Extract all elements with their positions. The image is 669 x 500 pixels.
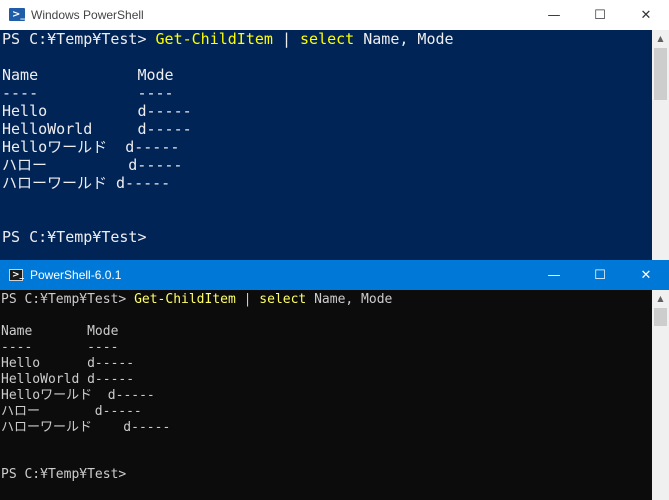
windows-powershell-window: >_ Windows PowerShell — ☐ ✕ PS C:¥Temp¥T… bbox=[0, 0, 669, 260]
command-line: PS C:¥Temp¥Test> Get-ChildItem | select … bbox=[2, 30, 454, 48]
powershell-icon: >_ bbox=[9, 8, 25, 21]
table-row: Helloワールド d----- bbox=[2, 138, 180, 156]
prompt-text: PS C:¥Temp¥Test> bbox=[1, 292, 135, 307]
current-prompt: PS C:¥Temp¥Test> bbox=[2, 228, 147, 246]
close-button[interactable]: ✕ bbox=[623, 260, 669, 290]
table-row: Hello d----- bbox=[1, 356, 135, 371]
vertical-scrollbar[interactable]: ▲ bbox=[652, 30, 669, 260]
window-title: PowerShell-6.0.1 bbox=[30, 268, 122, 282]
table-row: ハロー d----- bbox=[2, 156, 183, 174]
powershell-core-window: >_ PowerShell-6.0.1 — ☐ ✕ PS C:¥Temp¥Tes… bbox=[0, 260, 669, 500]
console-output[interactable]: PS C:¥Temp¥Test> Get-ChildItem | select … bbox=[0, 290, 652, 500]
command-text: Get-ChildItem bbox=[134, 292, 236, 307]
table-row: ハロー d----- bbox=[1, 404, 142, 419]
table-row: ハローワールド d----- bbox=[1, 420, 171, 435]
window-title: Windows PowerShell bbox=[31, 8, 144, 22]
table-header: Name Mode bbox=[2, 66, 174, 84]
args-text: Name, Mode bbox=[354, 30, 454, 48]
console-output[interactable]: PS C:¥Temp¥Test> Get-ChildItem | select … bbox=[0, 30, 652, 260]
table-underline: ---- ---- bbox=[2, 84, 174, 102]
select-text: select bbox=[259, 292, 307, 307]
vertical-scrollbar[interactable]: ▲ bbox=[652, 290, 669, 500]
table-underline: ---- ---- bbox=[1, 340, 119, 355]
args-text: Name, Mode bbox=[306, 292, 393, 307]
scroll-up-arrow-icon[interactable]: ▲ bbox=[652, 30, 669, 47]
prompt-text: PS C:¥Temp¥Test> bbox=[2, 30, 156, 48]
table-header: Name Mode bbox=[1, 324, 119, 339]
maximize-button[interactable]: ☐ bbox=[577, 260, 623, 290]
powershell-core-icon: >_ bbox=[9, 269, 24, 281]
table-row: HelloWorld d----- bbox=[2, 120, 192, 138]
command-line: PS C:¥Temp¥Test> Get-ChildItem | select … bbox=[1, 292, 392, 308]
maximize-button[interactable]: ☐ bbox=[577, 0, 623, 30]
minimize-button[interactable]: — bbox=[531, 0, 577, 30]
title-bar[interactable]: >_ PowerShell-6.0.1 — ☐ ✕ bbox=[0, 260, 669, 290]
select-text: select bbox=[300, 30, 355, 48]
minimize-button[interactable]: — bbox=[531, 260, 577, 290]
scroll-thumb[interactable] bbox=[654, 308, 667, 326]
pipe-text: | bbox=[272, 30, 301, 48]
table-row: HelloWorld d----- bbox=[1, 372, 135, 387]
scroll-up-arrow-icon[interactable]: ▲ bbox=[652, 290, 669, 307]
scroll-thumb[interactable] bbox=[654, 48, 667, 100]
table-row: Helloワールド d----- bbox=[1, 388, 155, 403]
table-row: ハローワールド d----- bbox=[2, 174, 171, 192]
title-bar[interactable]: >_ Windows PowerShell — ☐ ✕ bbox=[0, 0, 669, 30]
current-prompt: PS C:¥Temp¥Test> bbox=[1, 467, 127, 482]
pipe-text: | bbox=[235, 292, 260, 307]
command-text: Get-ChildItem bbox=[155, 30, 273, 48]
close-button[interactable]: ✕ bbox=[623, 0, 669, 30]
table-row: Hello d----- bbox=[2, 102, 192, 120]
